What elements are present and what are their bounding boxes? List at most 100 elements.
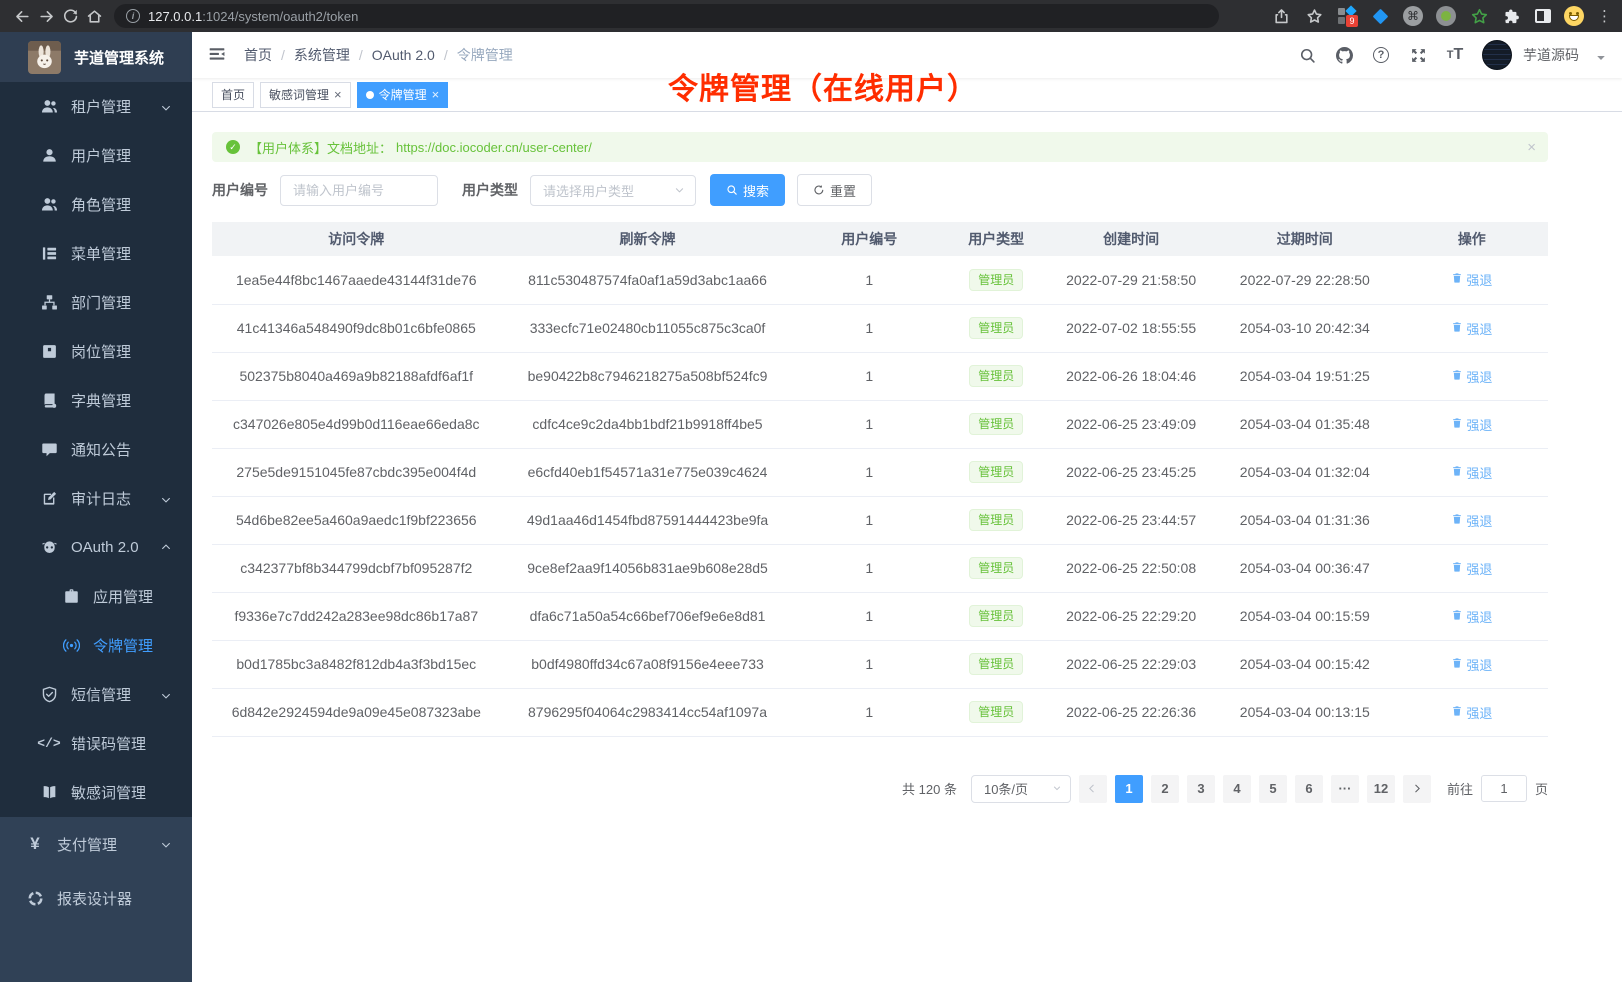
fullscreen-icon[interactable] (1408, 45, 1428, 65)
username[interactable]: 芋道源码 (1523, 45, 1579, 65)
sidebar-item-7[interactable]: 通知公告 (0, 425, 192, 474)
page-button-6[interactable]: 6 (1295, 775, 1323, 803)
collapse-sidebar-icon[interactable] (208, 45, 228, 65)
green-star-extension-icon[interactable] (1469, 4, 1489, 28)
user-id-input[interactable] (280, 175, 438, 206)
force-logout-button[interactable]: 强退 (1451, 415, 1492, 434)
sidebar-item-10[interactable]: 应用管理 (0, 572, 192, 621)
expires-cell: 2054-03-04 19:51:25 (1214, 352, 1396, 400)
force-logout-button[interactable]: 强退 (1451, 511, 1492, 530)
browser-menu-icon[interactable]: ⋮ (1597, 7, 1612, 25)
prev-page-button[interactable] (1079, 775, 1107, 803)
sidebar-item-15[interactable]: ¥支付管理 (0, 817, 192, 871)
page-button-12[interactable]: 12 (1367, 775, 1395, 803)
sidebar-item-9[interactable]: OAuth 2.0 (0, 523, 192, 572)
sidebar-item-1[interactable]: 用户管理 (0, 131, 192, 180)
force-logout-button[interactable]: 强退 (1451, 367, 1492, 386)
breadcrumb-system[interactable]: 系统管理 (294, 45, 350, 65)
sidebar-item-2[interactable]: 角色管理 (0, 180, 192, 229)
view-tab-2[interactable]: 令牌管理× (357, 82, 449, 108)
column-header: 用户编号 (794, 222, 944, 256)
page-button-2[interactable]: 2 (1151, 775, 1179, 803)
github-icon[interactable] (1334, 45, 1354, 65)
force-logout-button[interactable]: 强退 (1451, 655, 1492, 674)
doc-link[interactable]: https://doc.iocoder.cn/user-center/ (396, 140, 592, 155)
browser-back-icon[interactable] (10, 4, 34, 28)
user-type-select[interactable]: 请选择用户类型 (530, 175, 696, 206)
sidebar-item-6[interactable]: 字典管理 (0, 376, 192, 425)
force-logout-button[interactable]: 强退 (1451, 463, 1492, 482)
split-screen-icon[interactable] (1535, 9, 1551, 23)
sidebar-item-14[interactable]: 敏感词管理 (0, 768, 192, 817)
more-pages-button[interactable]: ··· (1331, 775, 1359, 803)
user-type-cell: 管理员 (944, 496, 1048, 544)
user-avatar[interactable] (1482, 40, 1512, 70)
alert-close-icon[interactable]: × (1527, 139, 1536, 156)
sidebar-item-8[interactable]: 审计日志 (0, 474, 192, 523)
browser-reload-icon[interactable] (58, 4, 82, 28)
sidebar-item-5[interactable]: 岗位管理 (0, 327, 192, 376)
created-cell: 2022-07-29 21:58:50 (1048, 256, 1214, 304)
pagination: 共 120 条10条/页123456···12前往页 (212, 775, 1548, 803)
browser-forward-icon[interactable] (34, 4, 58, 28)
help-icon[interactable]: ? (1371, 45, 1391, 65)
table-row: 502375b8040a469a9b82188afdf6af1fbe90422b… (212, 352, 1548, 400)
refresh-cell: 8796295f04064c2983414cc54af1097a (501, 688, 795, 736)
force-logout-button[interactable]: 强退 (1451, 559, 1492, 578)
expires-cell: 2054-03-04 01:31:36 (1214, 496, 1396, 544)
page-button-1[interactable]: 1 (1115, 775, 1143, 803)
breadcrumb: 首页 / 系统管理 / OAuth 2.0 / 令牌管理 (244, 45, 513, 65)
action-cell: 强退 (1396, 592, 1548, 640)
user-id-cell: 1 (794, 304, 944, 352)
goto-page-input[interactable] (1481, 775, 1527, 802)
page-button-4[interactable]: 4 (1223, 775, 1251, 803)
emoji-extension-icon[interactable] (1564, 6, 1584, 26)
force-logout-button[interactable]: 强退 (1451, 270, 1492, 289)
search-button[interactable]: 搜索 (710, 174, 785, 206)
caret-down-icon[interactable] (1596, 50, 1606, 60)
sidebar-item-11[interactable]: 令牌管理 (0, 621, 192, 670)
extensions-puzzle-icon[interactable] (1502, 4, 1522, 28)
font-size-icon[interactable]: TT (1445, 45, 1465, 65)
trash-icon (1451, 657, 1463, 672)
close-tab-icon[interactable]: × (334, 88, 342, 101)
site-info-icon[interactable]: i (126, 9, 140, 23)
breadcrumb-oauth[interactable]: OAuth 2.0 (372, 47, 435, 63)
app-logo-row[interactable]: 芋道管理系统 (0, 32, 192, 82)
action-cell: 强退 (1396, 352, 1548, 400)
force-logout-button[interactable]: 强退 (1451, 319, 1492, 338)
sidebar-item-0[interactable]: 租户管理 (0, 82, 192, 131)
tab-switcher-extension-icon[interactable]: 9 (1337, 6, 1357, 26)
table-header-row: 访问令牌刷新令牌用户编号用户类型创建时间过期时间操作 (212, 222, 1548, 256)
gem-extension-icon[interactable] (1370, 4, 1390, 28)
page-button-3[interactable]: 3 (1187, 775, 1215, 803)
page-size-value: 10条/页 (984, 779, 1028, 798)
sidebar-item-4[interactable]: 部门管理 (0, 278, 192, 327)
page-size-select[interactable]: 10条/页 (971, 775, 1071, 803)
view-tab-0[interactable]: 首页 (212, 82, 254, 108)
sidebar-item-label: 支付管理 (57, 834, 117, 855)
command-extension-icon[interactable]: ⌘ (1403, 6, 1423, 26)
expires-cell: 2054-03-04 00:36:47 (1214, 544, 1396, 592)
share-icon[interactable] (1271, 4, 1291, 28)
next-page-button[interactable] (1403, 775, 1431, 803)
sidebar-item-13[interactable]: </>错误码管理 (0, 719, 192, 768)
address-bar[interactable]: i 127.0.0.1:1024/system/oauth2/token (114, 4, 1219, 28)
reset-button[interactable]: 重置 (797, 174, 872, 206)
force-logout-button[interactable]: 强退 (1451, 703, 1492, 722)
page-button-5[interactable]: 5 (1259, 775, 1287, 803)
created-cell: 2022-07-02 18:55:55 (1048, 304, 1214, 352)
sidebar-item-12[interactable]: 短信管理 (0, 670, 192, 719)
force-logout-label: 强退 (1466, 319, 1492, 338)
sidebar-item-16[interactable]: 报表设计器 (0, 871, 192, 925)
sidebar-item-3[interactable]: 菜单管理 (0, 229, 192, 278)
header-search-icon[interactable] (1297, 45, 1317, 65)
user-id-cell: 1 (794, 592, 944, 640)
breadcrumb-home[interactable]: 首页 (244, 45, 272, 65)
close-tab-icon[interactable]: × (432, 88, 440, 101)
view-tab-1[interactable]: 敏感词管理× (260, 82, 351, 108)
browser-home-icon[interactable] (82, 4, 106, 28)
recorder-extension-icon[interactable] (1436, 6, 1456, 26)
force-logout-button[interactable]: 强退 (1451, 607, 1492, 626)
bookmark-star-icon[interactable] (1304, 4, 1324, 28)
